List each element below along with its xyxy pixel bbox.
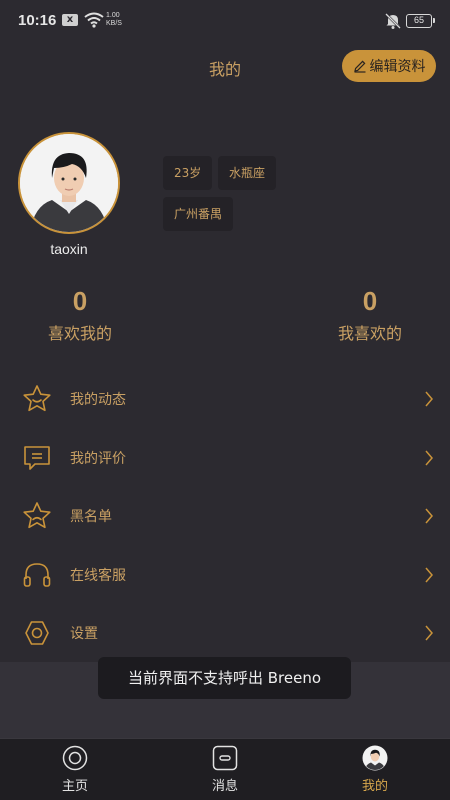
tab-me[interactable]: 我的 [320,739,430,800]
tab-home[interactable]: 主页 [20,739,130,800]
menu-item-blacklist[interactable]: 黑名单 [0,487,450,545]
liked-me-stat[interactable]: 0 喜欢我的 [10,286,150,344]
liked-me-label: 喜欢我的 [47,324,112,343]
chevron-right-icon [425,508,433,524]
star-smile-icon [23,385,51,412]
menu-label-settings: 设置 [70,626,98,642]
edit-profile-button[interactable]: 编辑资料 [342,50,436,82]
profile-avatar[interactable] [18,132,120,234]
menu-label-customer-service: 在线客服 [70,568,126,584]
edit-profile-label: 编辑资料 [369,59,426,75]
pencil-icon [353,60,365,73]
avatar-icon [362,745,388,771]
menu-label-my-reviews: 我的评价 [70,451,126,467]
network-speed-unit: KB/S [106,20,122,27]
network-speed-value: 1.00 [106,12,120,19]
menu-item-settings[interactable]: 设置 [0,604,450,662]
age-tag: 23岁 [163,156,213,190]
settings-icon [25,621,49,645]
i-liked-label: 我喜欢的 [337,324,402,343]
menu-item-my-posts[interactable]: 我的动态 [0,370,450,428]
chevron-right-icon [425,391,433,407]
username: taoxin [50,241,88,257]
tab-messages[interactable]: 消息 [170,739,280,800]
profile-screen: 10:16 x 1.00 KB/S 65 我的 编辑资料 taoxin 23岁 … [0,0,450,800]
message-icon [24,446,50,470]
headset-icon [23,563,51,587]
bottom-tab-bar: 主页 消息 我的 [0,738,450,800]
battery-indicator: 65 [406,14,435,28]
menu-item-my-reviews[interactable]: 我的评价 [0,429,450,487]
status-bar: 10:16 x 1.00 KB/S 65 [0,0,450,44]
tab-messages-label: 消息 [211,779,238,794]
tab-me-label: 我的 [361,779,388,794]
network-speed: 1.00 KB/S [106,12,122,28]
wifi-icon [84,12,104,32]
star-sad-icon [23,502,51,529]
i-liked-count: 0 [362,286,378,316]
mute-icon [384,12,402,34]
location-tag: 广州番禺 [163,197,234,231]
chevron-right-icon [425,567,433,583]
notification-icon: x [62,14,78,26]
home-circle-icon [62,745,88,771]
chevron-right-icon [425,625,433,641]
liked-me-count: 0 [72,286,88,316]
i-liked-stat[interactable]: 0 我喜欢的 [300,286,440,344]
menu-label-my-posts: 我的动态 [70,392,126,408]
zodiac-tag: 水瓶座 [218,156,277,190]
menu-item-customer-service[interactable]: 在线客服 [0,546,450,604]
status-time: 10:16 [18,12,57,29]
message-box-icon [212,745,238,771]
system-toast: 当前界面不支持呼出 Breeno [98,657,351,699]
chevron-right-icon [425,450,433,466]
tab-home-label: 主页 [61,779,88,794]
menu-label-blacklist: 黑名单 [70,509,112,525]
